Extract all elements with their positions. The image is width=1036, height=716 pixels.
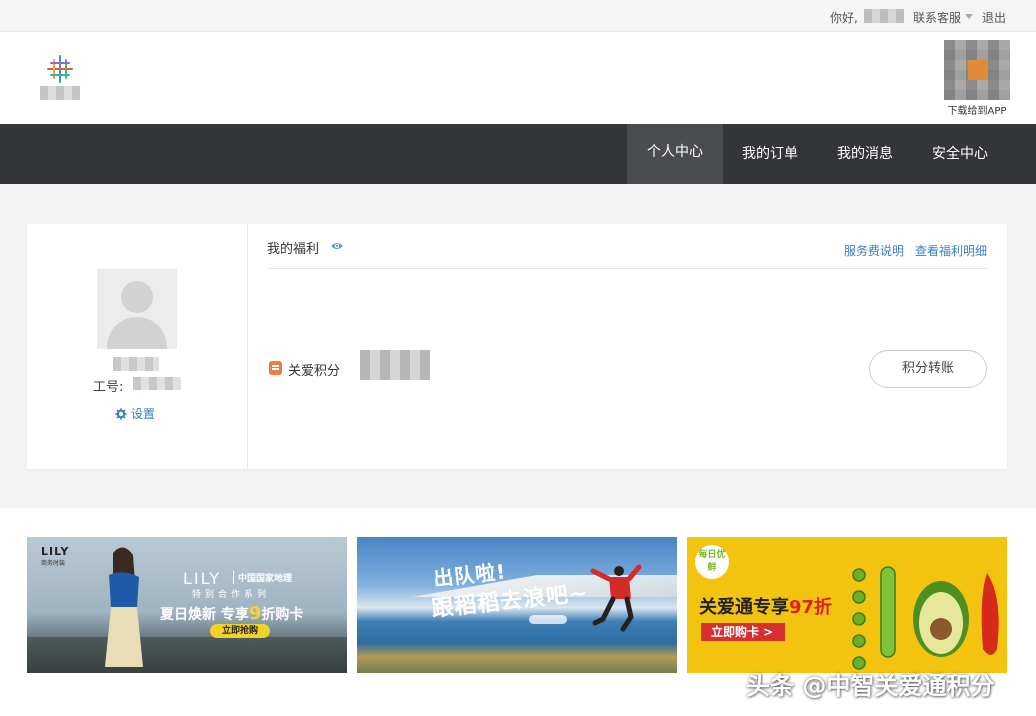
buy-card-button[interactable]: 立即购卡 > xyxy=(701,623,785,641)
logo-text-redacted xyxy=(40,86,80,100)
service-fee-link[interactable]: 服务费说明 xyxy=(844,242,904,259)
top-bar: 你好, 联系客服 退出 xyxy=(0,0,1036,32)
divider xyxy=(267,268,989,269)
points-value-redacted xyxy=(360,350,430,380)
site-logo[interactable] xyxy=(40,52,80,100)
profile-card: 工号: 设置 我的福利 服务费说明 查看福利明细 关爱积分 积分转账 xyxy=(27,224,1007,469)
banner-fresh[interactable]: 每日优鲜 关爱通专享97折 立即购卡 > xyxy=(687,537,1007,673)
eye-icon[interactable] xyxy=(330,241,344,251)
employee-id-label: 工号: xyxy=(93,380,124,395)
vegetables-image xyxy=(852,566,999,670)
settings-link[interactable]: 设置 xyxy=(115,405,155,422)
brand-big-text: LILY xyxy=(183,569,222,588)
jumping-person-image xyxy=(590,564,642,632)
fresh-logo: 每日优鲜 xyxy=(695,545,729,579)
nav-item-my-messages[interactable]: 我的消息 xyxy=(822,124,908,184)
banner-lily[interactable]: LILY 商务时装 LILY 中国国家地理 特别合作系列 夏日焕新 专享9折购卡… xyxy=(27,537,347,673)
logout-link[interactable]: 退出 xyxy=(982,9,1006,26)
nav-item-my-orders[interactable]: 我的订单 xyxy=(727,124,813,184)
watermark-text: 头条 @中智关爱通积分 xyxy=(746,672,995,700)
contact-service-link[interactable]: 联系客服 xyxy=(913,9,961,26)
app-qr-code xyxy=(944,40,1010,100)
buy-now-button[interactable]: 立即抢购 xyxy=(210,624,270,638)
partner-text: 中国国家地理 xyxy=(233,571,292,584)
logo-icon xyxy=(47,55,73,83)
username-redacted xyxy=(113,357,159,371)
nav-item-security-center[interactable]: 安全中心 xyxy=(917,124,1003,184)
username-redacted xyxy=(864,9,904,23)
welfare-details-link[interactable]: 查看福利明细 xyxy=(915,242,987,259)
points-label: 关爱积分 xyxy=(288,364,341,379)
banner-tag xyxy=(529,615,567,624)
banner-travel[interactable]: 出队啦! 跟稻稻去浪吧~ xyxy=(357,537,677,673)
qr-label: 下载给到APP xyxy=(947,106,1007,117)
points-icon xyxy=(269,361,282,375)
chevron-down-icon[interactable] xyxy=(965,14,973,19)
brand-logo-text: LILY xyxy=(41,545,70,558)
points-transfer-button[interactable]: 积分转账 xyxy=(869,350,987,388)
employee-id-redacted xyxy=(133,377,181,390)
welfare-title: 我的福利 xyxy=(267,242,320,257)
greeting-text: 你好, xyxy=(830,11,858,25)
banner-headline: 关爱通专享97折 xyxy=(699,597,833,618)
settings-label: 设置 xyxy=(131,407,156,421)
promo-text: 夏日焕新 专享9折购卡 xyxy=(160,603,304,624)
avatar[interactable] xyxy=(97,269,177,349)
series-text: 特别合作系列 xyxy=(192,590,271,600)
brand-subtitle: 商务时装 xyxy=(41,560,66,567)
gear-icon xyxy=(115,408,127,420)
model-image xyxy=(105,547,143,667)
main-nav: 个人中心 我的订单 我的消息 安全中心 xyxy=(0,124,1036,184)
divider xyxy=(247,224,248,469)
nav-item-personal-center[interactable]: 个人中心 xyxy=(627,124,723,184)
